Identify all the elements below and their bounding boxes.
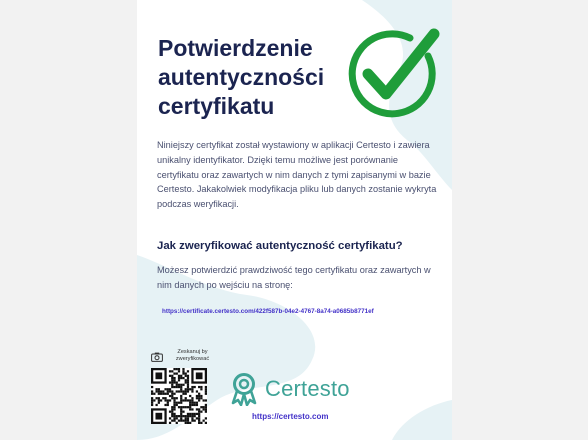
scan-label-line2: zweryfikować [175,356,210,362]
qr-code[interactable] [151,368,207,424]
award-ribbon-icon [231,373,257,406]
check-circle-icon [348,28,440,118]
brand-name: Certesto [265,376,350,401]
brand: Certesto [229,372,350,406]
certificate-url-link[interactable]: https://certificate.certesto.com/422f587… [162,308,374,315]
brand-url-link[interactable]: https://certesto.com [252,412,328,421]
scan-label-line1: Zeskanuj by [177,349,208,355]
page-title: Potwierdzenie autentyczności certyfikatu [158,35,325,119]
scan-label: Zeskanuj by zweryfikować [170,349,215,363]
intro-paragraph: Niniejszy certyfikat został wystawiony w… [157,140,437,210]
howto-paragraph: Możesz potwierdzić prawdziwość tego cert… [157,265,431,290]
camera-icon [151,352,163,362]
certificate-page: Potwierdzenie autentyczności certyfikatu… [137,0,452,440]
verification-question: Jak zweryfikować autentyczność certyfika… [157,240,403,252]
